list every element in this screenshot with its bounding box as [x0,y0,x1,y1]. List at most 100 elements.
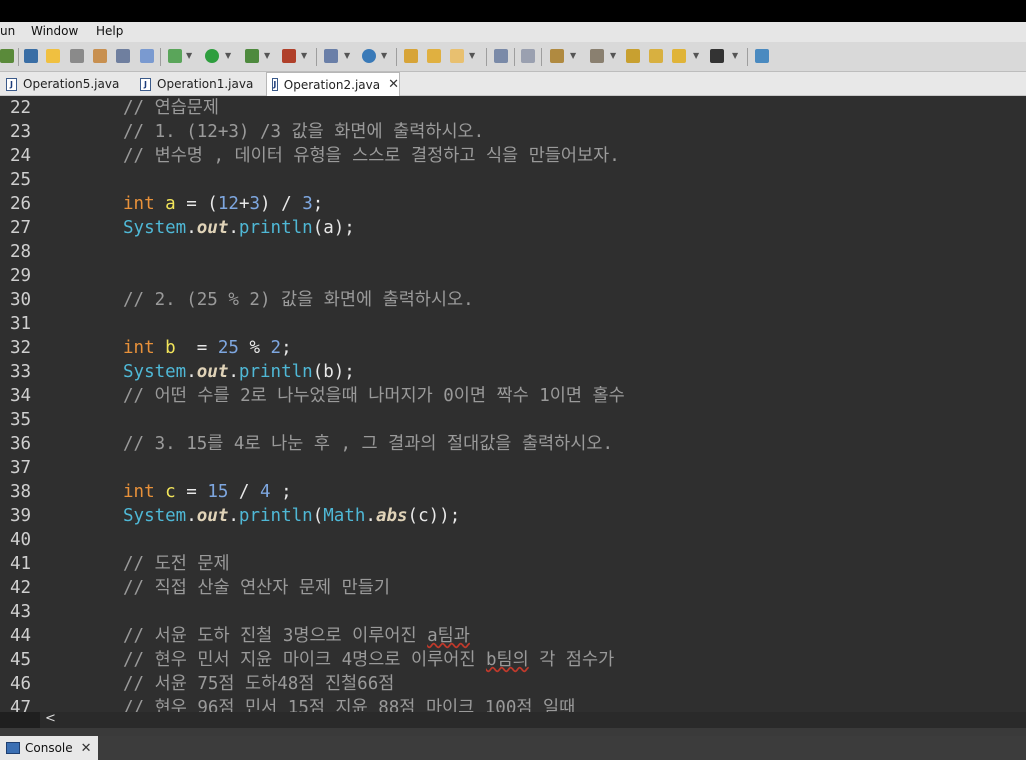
last-edit-icon[interactable] [626,49,640,63]
close-icon[interactable]: ✕ [388,77,399,92]
code-line[interactable]: 45 // 현우 민서 지윤 마이크 4명으로 이루어진 b팀의 각 점수가 [0,648,1026,672]
code-line[interactable]: 47 // 현우 96점 민서 15점 지윤 88점 마이크 100점 일때 [0,696,1026,712]
code-line[interactable]: 42 // 직접 산술 연산자 문제 만들기 [0,576,1026,600]
code-text[interactable]: System.out.println(b); [123,360,355,384]
code-line[interactable]: 22 // 연습문제 [0,96,1026,120]
search-icon[interactable] [494,49,508,63]
code-line[interactable]: 28 [0,240,1026,264]
menu-run[interactable]: un [0,24,15,38]
code-line[interactable]: 27 System.out.println(a); [0,216,1026,240]
code-line[interactable]: 25 [0,168,1026,192]
open-file-icon[interactable] [427,49,441,63]
chevron-down-icon[interactable]: ▼ [610,51,616,60]
show-whitespace-icon[interactable] [116,49,130,63]
code-text[interactable]: int c = 15 / 4 ; [123,480,292,504]
tab-operation2[interactable]: J Operation2.java ✕ [266,72,400,96]
code-editor[interactable]: 22 // 연습문제 23 // 1. (12+3) /3 값을 화면에 출력하시오.… [0,96,1026,712]
code-line[interactable]: 36 // 3. 15를 4로 나눈 후 , 그 결과의 절대값을 출력하시오. [0,432,1026,456]
code-text[interactable]: // 서윤 도하 진철 3명으로 이루어진 a팀과 [123,624,470,648]
tab-operation5[interactable]: J Operation5.java [6,72,126,96]
forward-arrow-icon[interactable] [710,49,724,63]
line-number: 23 [10,122,32,142]
new-package-icon[interactable] [324,49,338,63]
highlight-icon[interactable] [46,49,60,63]
console-panel: Console ✕ [0,736,1026,760]
horizontal-scrollbar[interactable]: < [0,711,1026,728]
code-line[interactable]: 35 [0,408,1026,432]
code-line[interactable]: 44 // 서윤 도하 진철 3명으로 이루어진 a팀과 [0,624,1026,648]
scroll-left-icon[interactable]: < [45,711,56,726]
code-line[interactable]: 40 [0,528,1026,552]
tab-console[interactable]: Console ✕ [0,736,98,760]
code-text[interactable]: // 도전 문제 [123,552,230,576]
coverage-icon[interactable] [245,49,259,63]
open-folder-icon[interactable] [404,49,418,63]
open-type-icon[interactable] [93,49,107,63]
code-line[interactable]: 46 // 서윤 75점 도하48점 진철66점 [0,672,1026,696]
code-text[interactable]: // 2. (25 % 2) 값을 화면에 출력하시오. [123,288,474,312]
code-text[interactable]: // 1. (12+3) /3 값을 화면에 출력하시오. [123,120,484,144]
code-text[interactable]: // 현우 민서 지윤 마이크 4명으로 이루어진 b팀의 각 점수가 [123,648,614,672]
code-text[interactable]: int b = 25 % 2; [123,336,292,360]
code-text[interactable]: // 직접 산술 연산자 문제 만들기 [123,576,390,600]
code-line[interactable]: 34 // 어떤 수를 2로 나누었을때 나머지가 0이면 짝수 1이면 홀수 [0,384,1026,408]
chevron-down-icon[interactable]: ▼ [732,51,738,60]
chevron-down-icon[interactable]: ▼ [469,51,475,60]
open-perspective-icon[interactable] [755,49,769,63]
scrollbar-track[interactable] [40,712,1026,728]
editor-tab-bar: J Operation5.java J Operation1.java J Op… [0,72,1026,96]
pencil-icon[interactable] [450,49,464,63]
code-text[interactable]: int a = (12+3) / 3; [123,192,323,216]
run-icon[interactable] [205,49,219,63]
menu-window[interactable]: Window [31,24,78,38]
code-text[interactable]: System.out.println(Math.abs(c)); [123,504,460,528]
code-line[interactable]: 29 [0,264,1026,288]
debug-icon[interactable] [168,49,182,63]
paragraph-icon[interactable] [140,49,154,63]
code-line[interactable]: 37 [0,456,1026,480]
close-icon[interactable]: ✕ [81,741,92,756]
chevron-down-icon[interactable]: ▼ [693,51,699,60]
code-text[interactable]: // 연습문제 [123,96,219,120]
code-text[interactable]: // 서윤 75점 도하48점 진철66점 [123,672,394,696]
code-text[interactable]: // 어떤 수를 2로 나누었을때 나머지가 0이면 짝수 1이면 홀수 [123,384,625,408]
annotation-icon[interactable] [521,49,535,63]
menu-bar: un Window Help [0,22,1026,42]
code-line[interactable]: 38 int c = 15 / 4 ; [0,480,1026,504]
chevron-down-icon[interactable]: ▼ [186,51,192,60]
external-tools-icon[interactable] [282,49,296,63]
java-file-icon: J [272,78,278,91]
chevron-down-icon[interactable]: ▼ [344,51,350,60]
code-line[interactable]: 41 // 도전 문제 [0,552,1026,576]
code-line[interactable]: 26 int a = (12+3) / 3; [0,192,1026,216]
tab-operation1[interactable]: J Operation1.java [140,72,260,96]
code-line[interactable]: 32 int b = 25 % 2; [0,336,1026,360]
code-text[interactable]: // 변수명 , 데이터 유형을 스스로 결정하고 식을 만들어보자. [123,144,620,168]
next-annotation-icon[interactable] [550,49,564,63]
new-java-project-icon[interactable] [24,49,38,63]
code-text[interactable]: // 3. 15를 4로 나눈 후 , 그 결과의 절대값을 출력하시오. [123,432,613,456]
line-number: 45 [10,650,32,670]
chevron-down-icon[interactable]: ▼ [381,51,387,60]
code-line[interactable]: 43 [0,600,1026,624]
code-text[interactable]: System.out.println(a); [123,216,355,240]
code-text[interactable]: // 현우 96점 민서 15점 지윤 88점 마이크 100점 일때 [123,696,575,712]
toggle-breadcrumb-icon[interactable] [70,49,84,63]
code-line[interactable]: 30 // 2. (25 % 2) 값을 화면에 출력하시오. [0,288,1026,312]
new-class-icon[interactable] [362,49,376,63]
chevron-down-icon[interactable]: ▼ [570,51,576,60]
chevron-down-icon[interactable]: ▼ [301,51,307,60]
back-arrow-icon[interactable] [672,49,686,63]
menu-help[interactable]: Help [96,24,123,38]
previous-annotation-icon[interactable] [590,49,604,63]
forward-edit-icon[interactable] [649,49,663,63]
chevron-down-icon[interactable]: ▼ [225,51,231,60]
code-line[interactable]: 24 // 변수명 , 데이터 유형을 스스로 결정하고 식을 만들어보자. [0,144,1026,168]
code-line[interactable]: 33 System.out.println(b); [0,360,1026,384]
java-file-icon: J [140,77,151,91]
code-line[interactable]: 23 // 1. (12+3) /3 값을 화면에 출력하시오. [0,120,1026,144]
refresh-icon[interactable] [0,49,14,63]
chevron-down-icon[interactable]: ▼ [264,51,270,60]
code-line[interactable]: 39 System.out.println(Math.abs(c)); [0,504,1026,528]
code-line[interactable]: 31 [0,312,1026,336]
